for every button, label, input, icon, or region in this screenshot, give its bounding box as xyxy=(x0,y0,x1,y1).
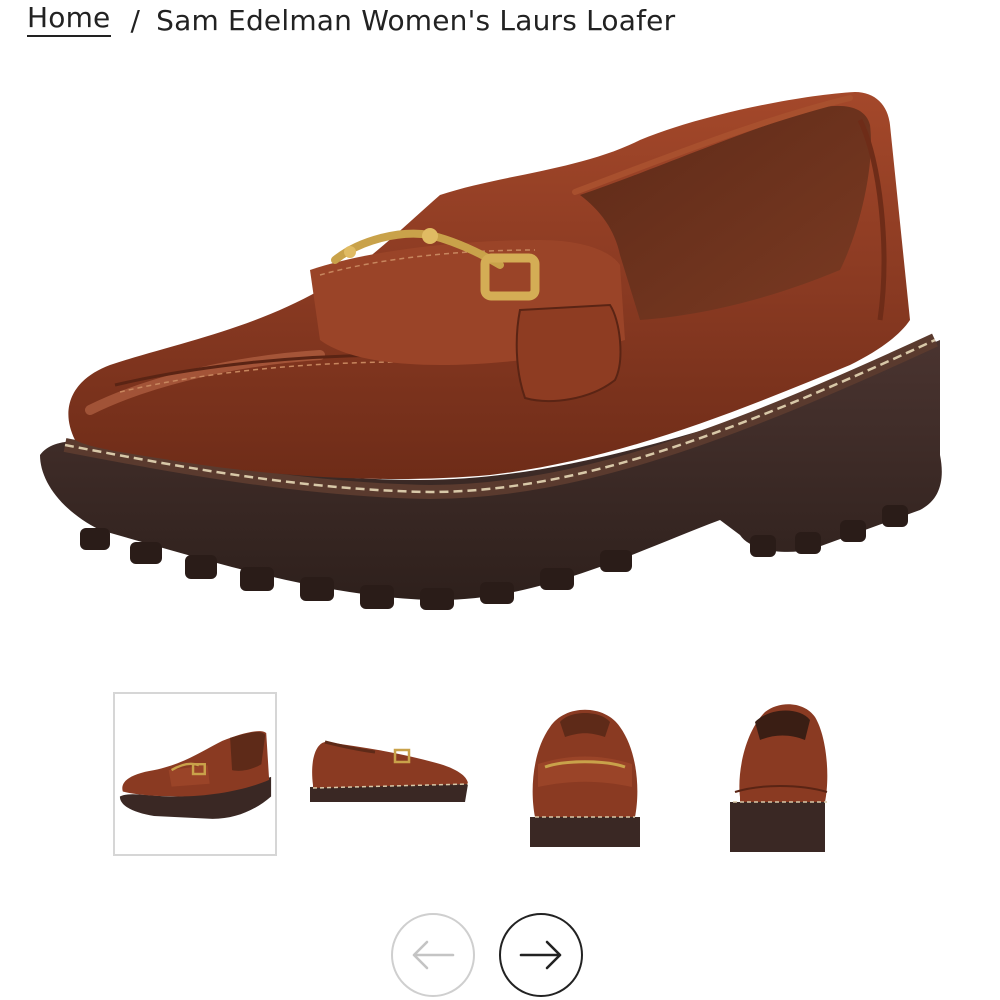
thumbnail-1[interactable] xyxy=(113,692,277,856)
breadcrumb-current: Sam Edelman Women's Laurs Loafer xyxy=(156,3,676,37)
product-page: Home / Sam Edelman Women's Laurs Loafer xyxy=(0,0,1000,1000)
thumbnail-4[interactable] xyxy=(705,692,869,856)
thumbnail-3[interactable] xyxy=(510,692,674,856)
thumbnail-1-image xyxy=(119,731,272,819)
thumbnail-3-image xyxy=(530,709,640,847)
arrow-left-icon xyxy=(412,940,455,970)
breadcrumb-separator: / xyxy=(130,3,141,37)
loafer-illustration xyxy=(40,92,942,610)
thumbnail-2[interactable] xyxy=(305,692,469,856)
main-product-image xyxy=(20,80,960,660)
breadcrumb-home-link[interactable]: Home xyxy=(27,3,111,37)
breadcrumb: Home / Sam Edelman Women's Laurs Loafer xyxy=(27,0,675,40)
thumbnail-4-image xyxy=(730,704,828,852)
previous-image-button[interactable] xyxy=(391,913,475,997)
next-image-button[interactable] xyxy=(499,913,583,997)
arrow-right-icon xyxy=(519,940,562,970)
thumbnail-2-image xyxy=(310,740,469,802)
